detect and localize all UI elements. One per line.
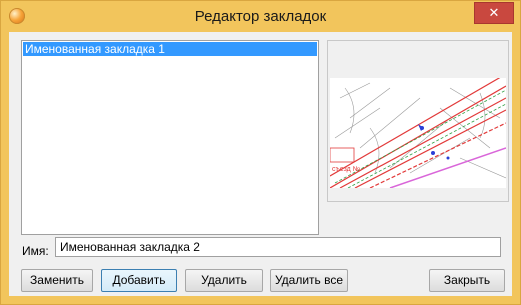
replace-button[interactable]: Заменить bbox=[21, 269, 93, 292]
bookmark-name-input[interactable] bbox=[55, 237, 501, 257]
map-label: съезд № bbox=[332, 166, 360, 173]
title-bar: Редактор закладок ✕ bbox=[1, 1, 520, 31]
bookmark-list[interactable]: Именованная закладка 1 bbox=[21, 40, 319, 235]
add-button[interactable]: Добавить bbox=[101, 269, 177, 292]
close-window-button[interactable]: ✕ bbox=[474, 2, 514, 24]
map-preview-image: съезд № bbox=[330, 78, 506, 188]
list-item[interactable]: Именованная закладка 1 bbox=[23, 42, 317, 56]
dialog-body: Именованная закладка 1 съезд № Имя: Имен… bbox=[9, 32, 512, 296]
name-label: Имя: bbox=[22, 244, 49, 258]
close-button[interactable]: Закрыть bbox=[429, 269, 505, 292]
delete-all-button[interactable]: Удалить все bbox=[270, 269, 348, 292]
window-title: Редактор закладок bbox=[194, 8, 327, 25]
preview-panel: съезд № bbox=[327, 40, 509, 202]
bookmark-editor-window: Редактор закладок ✕ Именованная закладка… bbox=[0, 0, 521, 305]
delete-button[interactable]: Удалить bbox=[185, 269, 263, 292]
